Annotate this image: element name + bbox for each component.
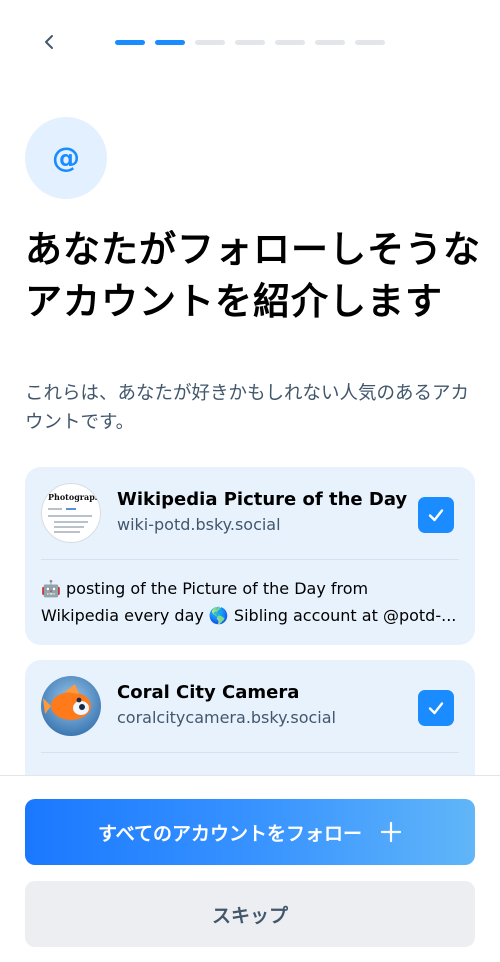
at-sign-glyph: @ bbox=[52, 141, 80, 174]
progress-step bbox=[155, 40, 185, 45]
avatar: Photograph bbox=[41, 483, 101, 543]
checkmark-icon bbox=[428, 702, 444, 715]
account-name: Coral City Camera bbox=[117, 682, 300, 703]
back-button[interactable] bbox=[32, 24, 68, 60]
follow-all-label: すべてのアカウントをフォロー bbox=[98, 822, 362, 845]
progress-step bbox=[355, 40, 385, 45]
skip-label: スキップ bbox=[211, 904, 288, 927]
fish-avatar-image bbox=[41, 676, 101, 736]
top-bar bbox=[0, 0, 500, 88]
progress-step bbox=[275, 40, 305, 45]
follow-checkbox[interactable] bbox=[418, 690, 454, 726]
progress-step bbox=[195, 40, 225, 45]
account-name: Wikipedia Picture of the Day bbox=[117, 489, 408, 510]
follow-checkbox[interactable] bbox=[418, 497, 454, 533]
avatar bbox=[41, 676, 101, 736]
card-divider bbox=[41, 559, 459, 560]
description-line: Wikipedia every day 🌎 Sibling account at… bbox=[41, 606, 457, 625]
footer-actions: すべてのアカウントをフォロー スキップ bbox=[0, 775, 500, 962]
at-sign-icon: @ bbox=[25, 117, 107, 199]
plus-icon bbox=[380, 821, 402, 843]
account-description: 🤖 posting of the Picture of the Day from… bbox=[41, 575, 461, 629]
account-card[interactable]: Photograph Wikipedia Picture of the Day … bbox=[25, 467, 475, 645]
account-handle: wiki-potd.bsky.social bbox=[117, 515, 281, 534]
follow-all-button[interactable]: すべてのアカウントをフォロー bbox=[25, 799, 475, 865]
progress-step bbox=[315, 40, 345, 45]
checkmark-icon bbox=[428, 509, 444, 522]
avatar-caption: Photograph bbox=[48, 492, 101, 502]
skip-button[interactable]: スキップ bbox=[25, 881, 475, 947]
page-subtitle: これらは、あなたが好きかもしれない人気のあるアカウントです。 bbox=[25, 383, 470, 433]
onboarding-progress bbox=[115, 40, 385, 45]
card-divider bbox=[41, 752, 459, 753]
account-handle: coralcitycamera.bsky.social bbox=[117, 708, 336, 727]
progress-step bbox=[235, 40, 265, 45]
description-line: 🤖 posting of the Picture of the Day from bbox=[41, 579, 369, 598]
progress-step bbox=[115, 40, 145, 45]
chevron-left-icon bbox=[45, 35, 53, 49]
page-title: あなたがフォローしそうなアカウントを紹介します bbox=[25, 228, 481, 323]
